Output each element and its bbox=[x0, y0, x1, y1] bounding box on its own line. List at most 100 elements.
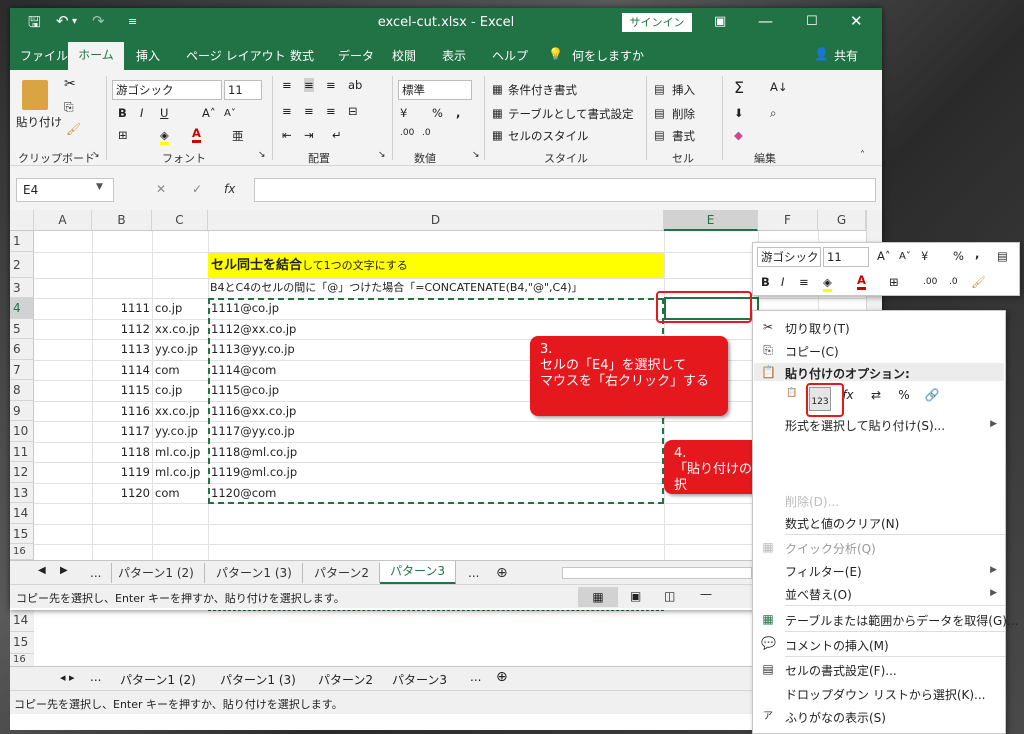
align-bottom-icon[interactable]: ≡ bbox=[326, 78, 336, 92]
column-header-a[interactable]: A bbox=[34, 210, 92, 231]
menu-delete[interactable]: 削除(D)... bbox=[785, 493, 839, 510]
delete-cells-button[interactable]: 削除 bbox=[672, 106, 695, 122]
cell-b[interactable]: 1114 bbox=[92, 360, 150, 380]
orientation-icon[interactable]: ab bbox=[348, 78, 362, 92]
tab-view[interactable]: 表示 bbox=[442, 47, 466, 64]
row-header[interactable]: 10 bbox=[10, 421, 34, 442]
cell-b[interactable]: 1117 bbox=[92, 421, 150, 441]
indent-increase-icon[interactable]: ⇥ bbox=[304, 128, 314, 142]
sheet-tab-active[interactable]: パターン3 bbox=[380, 561, 457, 585]
row-header[interactable]: 5 bbox=[10, 319, 34, 339]
cell-b[interactable]: 1112 bbox=[92, 319, 150, 339]
cell-c[interactable]: xx.co.jp bbox=[155, 401, 207, 421]
menu-quick-analysis[interactable]: クイック分析(Q) bbox=[785, 540, 876, 557]
title-cell[interactable]: セル同士を結合して1つの文字にする bbox=[208, 253, 664, 278]
zoom-out-icon[interactable]: — bbox=[700, 587, 712, 601]
signin-button[interactable]: サインイン bbox=[622, 13, 692, 32]
mini-dec-decimal-icon[interactable]: .0 bbox=[949, 277, 958, 287]
format-painter-icon[interactable]: 🖌 bbox=[66, 122, 81, 136]
cell-b[interactable]: 1118 bbox=[92, 442, 150, 462]
font-size-select[interactable]: 11 bbox=[224, 80, 262, 100]
tab-page-layout[interactable]: ページ レイアウト bbox=[186, 47, 286, 64]
mini-bold-icon[interactable]: B bbox=[761, 275, 770, 289]
row-header[interactable]: 14 bbox=[10, 503, 34, 524]
row-header[interactable]: 13 bbox=[10, 483, 34, 503]
paste-icon[interactable] bbox=[22, 80, 48, 110]
find-icon[interactable]: ⌕ bbox=[770, 106, 776, 121]
copy-icon[interactable]: ⎘ bbox=[64, 100, 74, 115]
phonetic-icon[interactable]: 亜 bbox=[232, 128, 244, 144]
number-launcher-icon[interactable]: ↘ bbox=[472, 150, 480, 160]
delete-cells-icon[interactable]: ▤ bbox=[654, 106, 665, 120]
mini-font-color-icon[interactable]: A bbox=[857, 273, 866, 290]
insert-cells-icon[interactable]: ▤ bbox=[654, 82, 665, 96]
mini-painter-icon[interactable]: 🖌 bbox=[971, 275, 986, 289]
cell-c[interactable]: ml.co.jp bbox=[155, 442, 207, 462]
cond-format-icon[interactable]: ▦ bbox=[492, 82, 503, 96]
sort-filter-icon[interactable]: A↓ bbox=[770, 80, 788, 94]
cell-b[interactable]: 1116 bbox=[92, 401, 150, 421]
cell-c[interactable]: com bbox=[155, 483, 207, 503]
column-header-e[interactable]: E bbox=[664, 210, 758, 231]
row-header[interactable]: 16 bbox=[10, 544, 34, 560]
horizontal-scrollbar[interactable] bbox=[562, 567, 752, 579]
row-header[interactable]: 7 bbox=[10, 360, 34, 380]
column-header-b[interactable]: B bbox=[92, 210, 152, 231]
share-icon[interactable]: 👤 bbox=[814, 47, 829, 61]
tab-data[interactable]: データ bbox=[338, 47, 374, 64]
normal-view-icon[interactable]: ▦ bbox=[578, 587, 618, 607]
font-grow-icon[interactable]: A˄ bbox=[202, 106, 216, 120]
paste-label[interactable]: 貼り付け bbox=[16, 114, 62, 130]
bold-icon[interactable]: B bbox=[118, 106, 127, 120]
row-header[interactable]: 4 bbox=[10, 298, 34, 319]
menu-format-cells[interactable]: セルの書式設定(F)... bbox=[785, 662, 897, 679]
mini-fill-icon[interactable]: ◈ bbox=[823, 275, 832, 292]
ribbon-display-icon[interactable]: ▣ bbox=[714, 14, 726, 29]
paste-link-icon[interactable]: 🔗 bbox=[921, 387, 943, 411]
select-all-corner[interactable] bbox=[10, 210, 34, 231]
share-button[interactable]: 共有 bbox=[834, 47, 858, 64]
mini-grow-icon[interactable]: A˄ bbox=[877, 249, 891, 263]
mini-shrink-icon[interactable]: A˅ bbox=[899, 251, 911, 262]
tell-me-input[interactable]: 何をしますか bbox=[572, 47, 644, 64]
sheet-tab[interactable]: パターン1 (3) bbox=[206, 563, 303, 583]
cell-style-button[interactable]: セルのスタイル bbox=[508, 128, 589, 144]
close-icon[interactable]: ✕ bbox=[850, 12, 863, 30]
cond-format-button[interactable]: 条件付き書式 bbox=[508, 82, 577, 98]
wrap-text-icon[interactable]: ↵ bbox=[332, 128, 342, 142]
menu-dropdown-list[interactable]: ドロップダウン リストから選択(K)... bbox=[785, 686, 986, 703]
cell-style-icon[interactable]: ▦ bbox=[492, 128, 503, 142]
format-table-icon[interactable]: ▦ bbox=[492, 106, 503, 120]
underline-icon[interactable]: U bbox=[160, 106, 168, 120]
cell-c[interactable]: co.jp bbox=[155, 298, 207, 318]
increase-decimal-icon[interactable]: .00 bbox=[400, 128, 414, 138]
mini-format-icon[interactable]: ▤ bbox=[997, 249, 1008, 263]
sheet-tab[interactable]: パターン2 bbox=[304, 563, 381, 583]
currency-icon[interactable]: ¥ bbox=[400, 106, 407, 120]
cell-c[interactable]: xx.co.jp bbox=[155, 319, 207, 339]
cell-c[interactable]: com bbox=[155, 360, 207, 380]
font-shrink-icon[interactable]: A˅ bbox=[224, 108, 236, 119]
paste-formatting-icon[interactable]: % bbox=[893, 387, 915, 411]
tab-file[interactable]: ファイル bbox=[20, 47, 68, 64]
clear-icon[interactable]: ◆ bbox=[734, 128, 743, 142]
format-cells-button[interactable]: 書式 bbox=[672, 128, 695, 144]
align-middle-icon[interactable]: ≡ bbox=[304, 78, 314, 92]
cell-b[interactable]: 1119 bbox=[92, 462, 150, 482]
menu-filter[interactable]: フィルター(E) bbox=[785, 563, 862, 580]
menu-paste-special[interactable]: 形式を選択して貼り付け(S)... bbox=[785, 417, 945, 434]
paste-all-icon[interactable]: 📋 bbox=[781, 387, 803, 411]
tab-formulas[interactable]: 数式 bbox=[290, 47, 314, 64]
namebox-dropdown-icon[interactable]: ▼ bbox=[96, 182, 103, 192]
row-header[interactable]: 2 bbox=[10, 252, 34, 278]
cut-icon[interactable]: ✂ bbox=[64, 76, 76, 92]
format-table-button[interactable]: テーブルとして書式設定 bbox=[508, 106, 633, 122]
mini-align-icon[interactable]: ≡ bbox=[799, 275, 809, 289]
cell-c[interactable]: co.jp bbox=[155, 380, 207, 400]
row-header[interactable]: 9 bbox=[10, 401, 34, 421]
mini-font-select[interactable]: 游ゴシック bbox=[757, 247, 821, 267]
alignment-launcher-icon[interactable]: ↘ bbox=[378, 150, 386, 160]
row-header[interactable]: 3 bbox=[10, 278, 34, 298]
column-header-c[interactable]: C bbox=[152, 210, 208, 231]
confirm-entry-icon[interactable]: ✓ bbox=[192, 182, 202, 196]
